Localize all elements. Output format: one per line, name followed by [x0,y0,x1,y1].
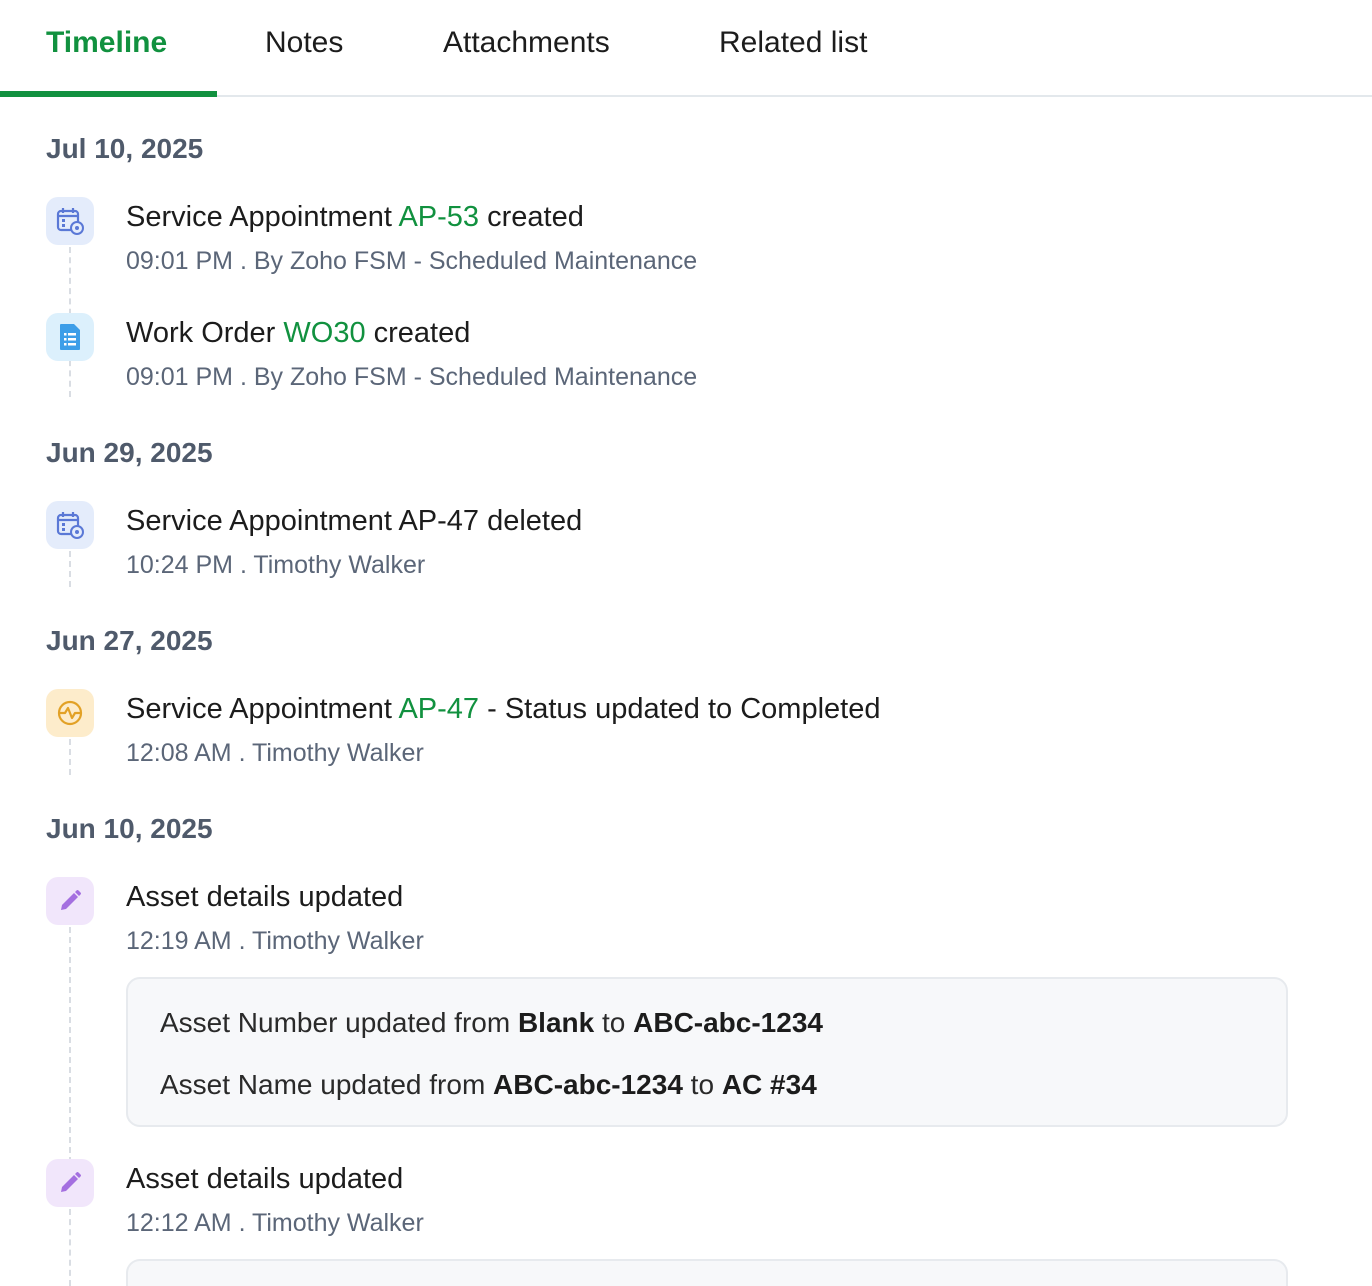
detail-text: Asset Number updated from [160,1007,518,1038]
tab-attachments[interactable]: Attachments [443,26,610,60]
tab-related-list[interactable]: Related list [719,26,867,60]
detail-text: to [682,1069,722,1100]
change-detail-line: Asset Name updated from ABC-abc-1234 to … [160,1069,817,1101]
record-link[interactable]: AP-47 [398,693,479,725]
timeline-date-header: Jul 10, 2025 [46,133,204,164]
title-text: Service Appointment [126,201,399,233]
timeline-entry-title: Service Appointment AP-47 - Status updat… [126,693,880,726]
service-appointment-icon [46,197,94,245]
edit-pencil-icon [46,877,94,925]
timeline-connector [69,739,71,775]
title-text: created [365,317,471,349]
title-text: - Status updated to Completed [479,693,881,725]
timeline-entry-meta: 09:01 PM . By Zoho FSM - Scheduled Maint… [126,363,698,391]
timeline-date-header: Jun 27, 2025 [46,625,213,656]
timeline-date-header: Jun 10, 2025 [46,813,213,844]
timeline-entry-meta: 12:12 AM . Timothy Walker [126,1209,424,1237]
detail-text: to [594,1007,634,1038]
detail-text: Asset Name updated from [160,1069,494,1100]
timeline-entry-meta: 12:08 AM . Timothy Walker [126,739,424,767]
tab-notes[interactable]: Notes [265,26,343,60]
timeline-entry-title: Work Order WO30 created [126,317,470,350]
old-value: ABC-abc-1234 [493,1069,683,1100]
timeline-entry-title: Asset details updated [126,881,404,913]
title-text: Service Appointment [126,693,399,725]
tab-bar: Timeline Notes Attachments Related list [0,0,1372,97]
service-appointment-icon [46,501,94,549]
timeline-entry-title: Asset details updated [126,1163,404,1195]
change-detail-line: Asset Number updated from Blank to ABC-a… [160,1007,823,1039]
timeline-entry-meta: 12:19 AM . Timothy Walker [126,927,424,955]
title-text: created [479,201,584,233]
timeline-entry-title: Service Appointment AP-53 created [126,201,584,234]
timeline-connector [69,551,71,587]
work-order-icon [46,313,94,361]
status-update-icon [46,689,94,737]
timeline-entry-title: Service Appointment AP-47 deleted [126,505,583,537]
timeline-entry-meta: 10:24 PM . Timothy Walker [126,551,426,579]
change-details-box [126,1259,1288,1286]
change-details-box: Asset Number updated from Blank to ABC-a… [126,977,1288,1127]
timeline-entry-meta: 09:01 PM . By Zoho FSM - Scheduled Maint… [126,247,698,275]
record-link[interactable]: AP-53 [398,201,479,233]
active-tab-indicator [0,91,217,97]
timeline-date-header: Jun 29, 2025 [46,437,213,468]
edit-pencil-icon [46,1159,94,1207]
record-link[interactable]: WO30 [283,317,365,349]
timeline-connector [69,927,71,1163]
new-value: ABC-abc-1234 [633,1007,823,1038]
tab-timeline[interactable]: Timeline [46,26,167,60]
new-value: AC #34 [721,1069,817,1100]
old-value: Blank [517,1007,595,1038]
timeline-connector [69,1209,71,1286]
title-text: Work Order [126,317,284,349]
